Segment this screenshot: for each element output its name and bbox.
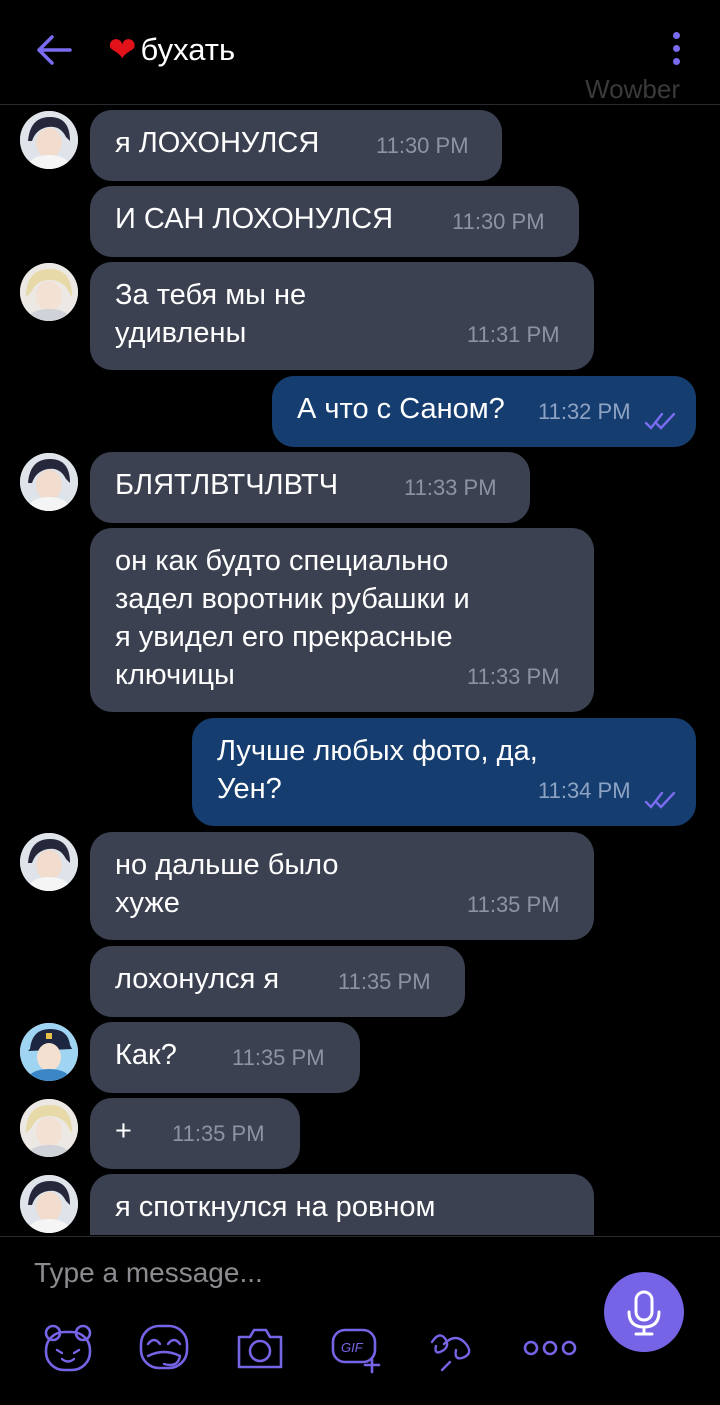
message-time: 11:35 PM xyxy=(338,969,431,994)
read-receipt-icon xyxy=(644,791,676,809)
sticker-bear-icon[interactable] xyxy=(42,1322,94,1374)
message-time: 11:30 PM xyxy=(376,133,469,158)
message-text: я споткнулся на ровном xyxy=(115,1191,436,1223)
message-bubble[interactable]: И САН ЛОХОНУЛСЯ 11:30 PM xyxy=(90,186,579,257)
more-options-icon[interactable] xyxy=(666,32,686,72)
avatar[interactable] xyxy=(20,1023,78,1081)
message-bubble[interactable]: Как? 11:35 PM xyxy=(90,1022,360,1093)
avatar[interactable] xyxy=(20,1175,78,1233)
message-bubble[interactable]: БЛЯТЛВТЧЛВТЧ 11:33 PM xyxy=(90,452,530,523)
watermark: Wowber xyxy=(585,74,680,104)
more-icon[interactable] xyxy=(522,1322,578,1374)
chat-title[interactable]: ❤ бухать xyxy=(108,30,235,70)
message-bubble[interactable]: лохонулся я 11:35 PM xyxy=(90,946,465,1017)
avatar[interactable] xyxy=(20,1099,78,1157)
message-time: 11:33 PM xyxy=(467,664,560,689)
avatar[interactable] xyxy=(20,263,78,321)
heart-icon: ❤ xyxy=(108,31,137,69)
camera-icon[interactable] xyxy=(234,1322,286,1374)
message-time: 11:33 PM xyxy=(404,475,497,500)
gif-icon[interactable]: GIF xyxy=(330,1322,382,1374)
message-time: 11:35 PM xyxy=(467,892,560,917)
message-time: 11:35 PM xyxy=(172,1121,265,1146)
avatar[interactable] xyxy=(20,833,78,891)
message-bubble[interactable]: я ЛОХОНУЛСЯ 11:30 PM xyxy=(90,110,502,181)
microphone-button[interactable] xyxy=(604,1272,684,1352)
message-input[interactable]: Type a message... xyxy=(34,1257,263,1289)
avatar[interactable] xyxy=(20,111,78,169)
message-bubble[interactable]: но дальше было хуже 11:35 PM xyxy=(90,832,594,940)
sticker-icon[interactable] xyxy=(138,1322,190,1374)
message-time: 11:34 PM xyxy=(538,778,631,803)
microphone-icon xyxy=(627,1290,661,1336)
back-arrow-icon[interactable] xyxy=(34,30,74,70)
read-receipt-icon xyxy=(644,412,676,430)
chat-title-text: бухать xyxy=(140,32,236,67)
message-time: 11:32 PM xyxy=(538,399,631,424)
chat-header: ❤ бухать Wowber xyxy=(0,0,720,105)
message-time: 11:30 PM xyxy=(452,209,545,234)
message-bubble-outgoing[interactable]: А что с Саном? 11:32 PM xyxy=(272,376,696,447)
message-bubble[interactable]: он как будто специально задел воротник р… xyxy=(90,528,594,712)
message-bubble[interactable]: + 11:35 PM xyxy=(90,1098,300,1169)
message-bubble-outgoing[interactable]: Лучше любых фото, да, Уен? 11:34 PM xyxy=(192,718,696,826)
message-bubble[interactable]: За тебя мы не удивлены 11:31 PM xyxy=(90,262,594,370)
svg-text:GIF: GIF xyxy=(341,1340,364,1355)
message-time: 11:31 PM xyxy=(467,322,560,347)
message-bubble[interactable]: я споткнулся на ровном xyxy=(90,1174,594,1235)
message-time: 11:35 PM xyxy=(232,1045,325,1070)
avatar[interactable] xyxy=(20,453,78,511)
doodle-icon[interactable] xyxy=(426,1322,478,1374)
message-list[interactable]: я ЛОХОНУЛСЯ 11:30 PM И САН ЛОХОНУЛСЯ 11:… xyxy=(0,105,720,1235)
